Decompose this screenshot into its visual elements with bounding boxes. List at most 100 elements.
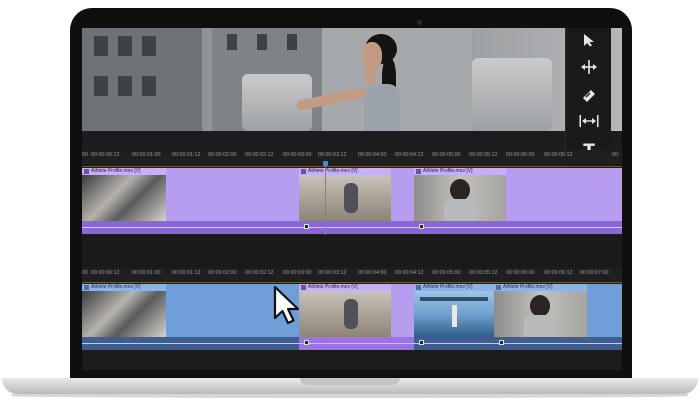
- ruler-time-label: 00:00:06:12: [544, 152, 573, 158]
- video-clip[interactable]: Athlete Profile.mov [V]: [414, 284, 494, 337]
- ruler-time-label: 00:00:04:12: [395, 152, 424, 158]
- audio-keyframe[interactable]: [304, 224, 309, 229]
- clip-label: Athlete Profile.mov [V]: [82, 168, 166, 175]
- ruler-time-label: 00:00:02:00: [208, 152, 237, 158]
- editor-screen: T 00 00:00:00:12 00:00:01:00 00:00:01:12…: [82, 28, 622, 370]
- ruler-time-label: 00:00:03:00: [283, 152, 312, 158]
- clip-thumbnail: [299, 175, 391, 221]
- video-clip[interactable]: Athlete Profile.mov [V]: [82, 284, 166, 337]
- ruler-time-label: 00:00:05:12: [469, 152, 498, 158]
- ruler-time-label: 00:00:01:12: [172, 152, 201, 158]
- ruler-time-label: 00:00:03:00: [283, 270, 312, 276]
- runner-top: [364, 84, 400, 131]
- ruler-time-label: 00:00:05:12: [469, 270, 498, 276]
- program-monitor-preview[interactable]: [82, 28, 622, 131]
- audio-track-bottom[interactable]: [82, 337, 622, 350]
- ruler-time-label: 00:00:02:00: [208, 270, 237, 276]
- video-track-bottom[interactable]: Athlete Profile.mov [V] Athlete Profile.…: [82, 284, 622, 337]
- clip-label: Athlete Profile.mov [V]: [414, 168, 506, 175]
- slip-icon: [579, 115, 599, 127]
- ruler-time-label: 00:00:02:12: [245, 152, 274, 158]
- audio-waveform: [82, 227, 622, 228]
- slip-tool[interactable]: [566, 110, 612, 136]
- clip-label: Athlete Profile.mov [V]: [299, 284, 391, 291]
- ruler-time-label: 00:00:06:00: [506, 152, 535, 158]
- clip-label: Athlete Profile.mov [V]: [82, 284, 166, 291]
- clip-thumbnail: [414, 175, 506, 221]
- clip-gap-purple: [391, 284, 414, 337]
- building-window: [142, 76, 156, 96]
- fx-badge-icon: [496, 285, 501, 290]
- video-clip[interactable]: Athlete Profile.mov [V]: [414, 168, 506, 221]
- ruler-time-label: 00:00:00:12: [91, 152, 120, 158]
- track-gap: [82, 235, 622, 269]
- building-window: [94, 36, 108, 56]
- work-area-bar: [82, 166, 622, 167]
- razor-tool[interactable]: [566, 83, 612, 109]
- clip-label: Athlete Profile.mov [V]: [414, 284, 494, 291]
- runner-neck: [366, 68, 376, 84]
- timeline-ruler-top[interactable]: 00 00:00:00:12 00:00:01:00 00:00:01:12 0…: [82, 150, 622, 164]
- selection-tool[interactable]: [566, 28, 612, 54]
- timeline-ruler-bottom[interactable]: 00 00:00:00:12 00:00:01:00 00:00:01:12 0…: [82, 268, 622, 282]
- audio-waveform: [82, 343, 622, 344]
- fx-badge-icon: [84, 285, 89, 290]
- razor-icon: [583, 90, 595, 102]
- building-window: [118, 36, 132, 56]
- ruler-time-label: 00:00:02:12: [245, 270, 274, 276]
- building-window: [118, 76, 132, 96]
- fx-badge-icon: [416, 285, 421, 290]
- ruler-time-label: 00:00:03:12: [318, 270, 347, 276]
- audio-keyframe[interactable]: [419, 224, 424, 229]
- ruler-time-label: 00:00:01:00: [132, 152, 161, 158]
- arrow-pointer-icon: [584, 34, 594, 47]
- clip-thumbnail: [494, 291, 587, 337]
- audio-keyframe[interactable]: [419, 340, 424, 345]
- playhead-line-top: [325, 166, 326, 246]
- webcam: [417, 20, 422, 25]
- ruler-time-label: 00:00:03:12: [318, 152, 347, 158]
- building-window: [227, 34, 237, 50]
- ruler-time-label: 00:: [612, 152, 620, 158]
- clip-label: Athlete Profile.mov [V]: [494, 284, 587, 291]
- video-clip[interactable]: Athlete Profile.mov [V]: [82, 168, 166, 221]
- fx-badge-icon: [84, 169, 89, 174]
- mouse-cursor-icon: [273, 285, 300, 325]
- ruler-time-label: 00:00:07:00: [580, 270, 609, 276]
- runner-face: [362, 42, 382, 70]
- ruler-time-label: 00:00:04:00: [358, 270, 387, 276]
- clip-thumbnail: [414, 291, 494, 337]
- ripple-edit-tool[interactable]: [566, 55, 612, 81]
- clip-thumbnail: [82, 175, 166, 221]
- ruler-time-label: 00:00:05:00: [432, 270, 461, 276]
- building-window: [94, 76, 108, 96]
- fx-badge-icon: [301, 169, 306, 174]
- clip-label: Athlete Profile.mov [V]: [299, 168, 391, 175]
- video-clip[interactable]: Athlete Profile.mov [V]: [494, 284, 587, 337]
- video-clip[interactable]: Athlete Profile.mov [V]: [299, 284, 391, 337]
- ruler-time-label: 00:00:05:00: [432, 152, 461, 158]
- ruler-time-label: 00:00:01:00: [132, 270, 161, 276]
- building-window: [287, 34, 297, 50]
- audio-keyframe[interactable]: [304, 340, 309, 345]
- laptop-shadow: [12, 394, 688, 398]
- work-area-bar: [82, 282, 622, 283]
- audio-keyframe[interactable]: [499, 340, 504, 345]
- video-clip[interactable]: Athlete Profile.mov [V]: [299, 168, 391, 221]
- clip-thumbnail: [299, 291, 391, 337]
- ruler-time-label: 00:00:04:00: [358, 152, 387, 158]
- ruler-time-label: 00:00:04:12: [395, 270, 424, 276]
- ruler-time-label: 00:00:06:12: [544, 270, 573, 276]
- laptop-base-notch: [300, 378, 400, 385]
- ruler-time-label: 00: [82, 270, 88, 276]
- ruler-time-label: 00:00:06:00: [506, 270, 535, 276]
- ruler-time-label: 00:00:00:12: [91, 270, 120, 276]
- clip-thumbnail: [82, 291, 166, 337]
- fx-badge-icon: [416, 169, 421, 174]
- timeline-footer: [82, 350, 622, 370]
- building-window: [142, 36, 156, 56]
- video-track-top[interactable]: Athlete Profile.mov [V] Athlete Profile.…: [82, 168, 622, 221]
- audio-track-top[interactable]: [82, 221, 622, 234]
- building-window: [257, 34, 267, 50]
- ripple-edit-icon: [581, 60, 597, 74]
